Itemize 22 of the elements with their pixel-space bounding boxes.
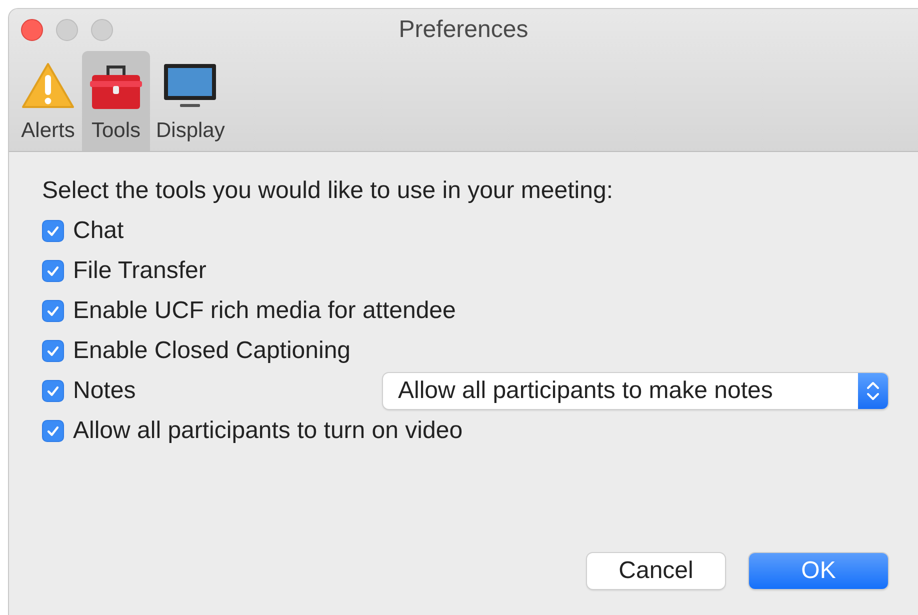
checkbox-option[interactable]: Allow all participants to turn on video: [42, 417, 463, 445]
toolbar-tab[interactable]: Display: [150, 51, 231, 151]
checkbox[interactable]: [42, 340, 64, 362]
checkbox-option[interactable]: Notes: [42, 377, 136, 405]
window-title: Preferences: [398, 16, 528, 44]
dropdown-arrows-icon: [858, 373, 888, 409]
close-button[interactable]: [21, 19, 43, 41]
instruction-text: Select the tools you would like to use in your meeting:: [42, 177, 614, 205]
checkbox[interactable]: [42, 380, 64, 402]
checkbox-option[interactable]: File Transfer: [42, 257, 206, 285]
checkbox-option[interactable]: Enable Closed Captioning: [42, 337, 351, 365]
checkbox[interactable]: [42, 300, 64, 322]
cancel-button[interactable]: Cancel: [587, 553, 725, 589]
warning-icon: [20, 61, 76, 111]
checkbox-option[interactable]: Chat: [42, 217, 124, 245]
checkbox[interactable]: [42, 420, 64, 442]
checkbox[interactable]: [42, 260, 64, 282]
toolbar-tab[interactable]: Alerts: [14, 51, 82, 151]
checkbox-option[interactable]: Enable UCF rich media for attendee: [42, 297, 456, 325]
checkbox[interactable]: [42, 220, 64, 242]
notes-dropdown[interactable]: Allow all participants to make notes: [383, 373, 888, 409]
toolbar-tab[interactable]: Tools: [82, 51, 150, 151]
